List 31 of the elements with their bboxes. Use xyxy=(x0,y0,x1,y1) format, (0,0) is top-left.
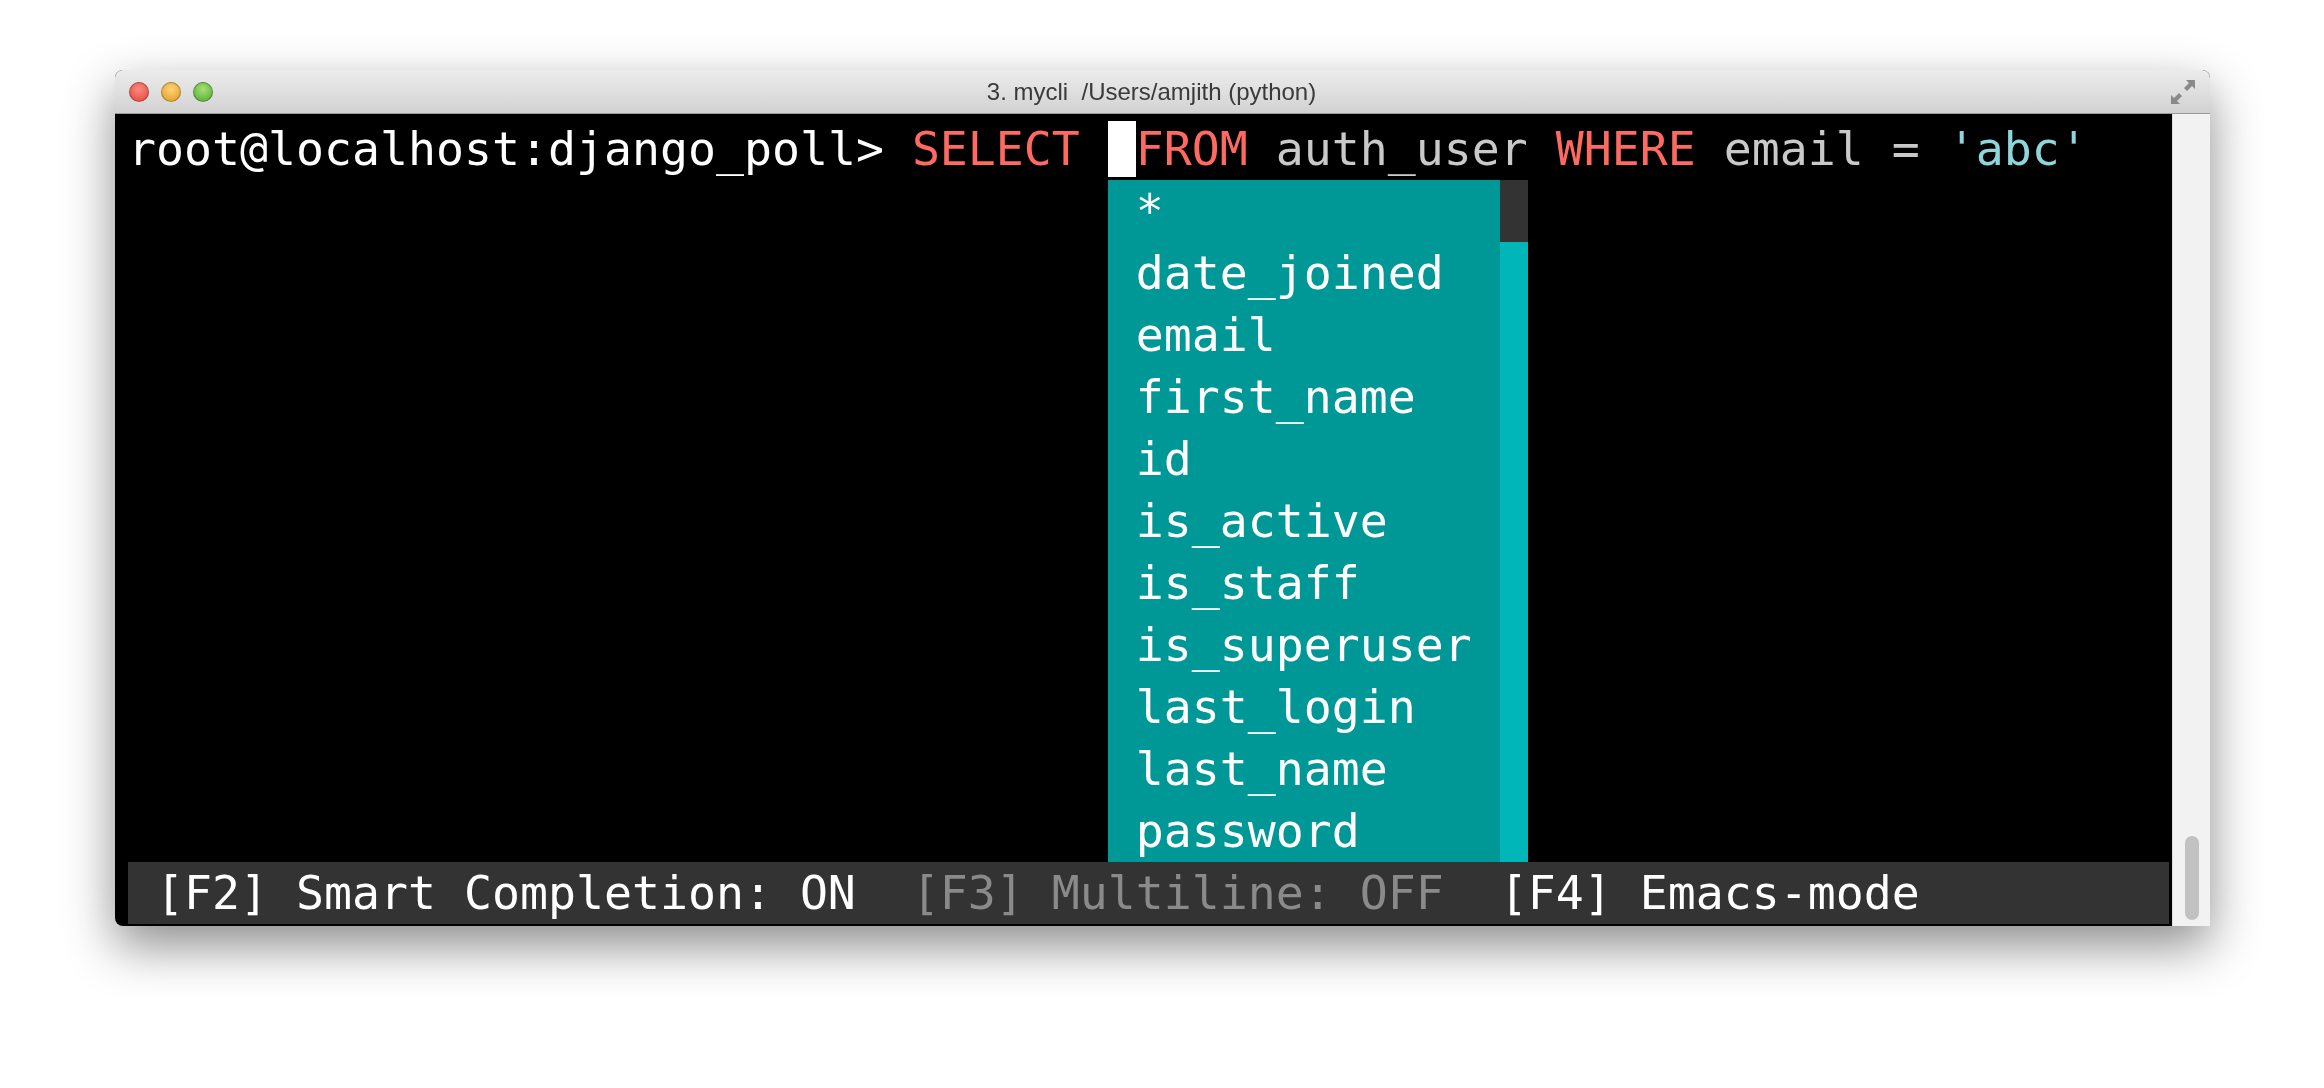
window-scrollbar[interactable] xyxy=(2172,114,2210,926)
status-item: [F3] Multiline: OFF xyxy=(911,866,1444,920)
prompt-text: root@localhost:django_poll> xyxy=(128,122,885,176)
sql-text: auth_user xyxy=(1274,122,1529,176)
sql-string: 'abc' xyxy=(1947,122,2088,176)
completion-item[interactable]: is_staff xyxy=(1107,552,1500,614)
completion-item[interactable]: is_active xyxy=(1107,490,1500,552)
completion-item[interactable]: email xyxy=(1107,304,1500,366)
minimize-button[interactable] xyxy=(161,81,181,102)
status-item: [F2] Smart Completion: ON xyxy=(156,866,856,920)
completion-item[interactable]: * xyxy=(1107,180,1500,242)
window-title: 3. mycli /Users/amjith (python) xyxy=(985,77,1318,106)
completion-item[interactable]: last_name xyxy=(1107,738,1500,800)
sql-text: email = xyxy=(1722,122,1921,176)
completion-item[interactable]: first_name xyxy=(1107,366,1500,428)
completion-item[interactable]: id xyxy=(1107,428,1500,490)
scrollbar-thumb[interactable] xyxy=(1499,180,1528,242)
sql-keyword: WHERE xyxy=(1555,122,1696,176)
status-item: [F4] Emacs-mode xyxy=(1499,866,1920,920)
text-cursor xyxy=(1107,121,1136,177)
completion-item[interactable]: password xyxy=(1107,800,1500,862)
completion-item[interactable]: is_superuser xyxy=(1107,614,1500,676)
fullscreen-icon[interactable] xyxy=(2170,78,2196,105)
completion-item[interactable]: last_login xyxy=(1107,676,1500,738)
close-button[interactable] xyxy=(129,81,149,102)
sql-keyword: SELECT xyxy=(911,122,1080,176)
completion-item[interactable]: date_joined xyxy=(1107,242,1500,304)
scrollbar-thumb[interactable] xyxy=(2184,836,2199,920)
zoom-button[interactable] xyxy=(193,81,213,102)
scrollbar[interactable] xyxy=(1499,180,1528,862)
sql-keyword: FROM xyxy=(1135,122,1248,176)
